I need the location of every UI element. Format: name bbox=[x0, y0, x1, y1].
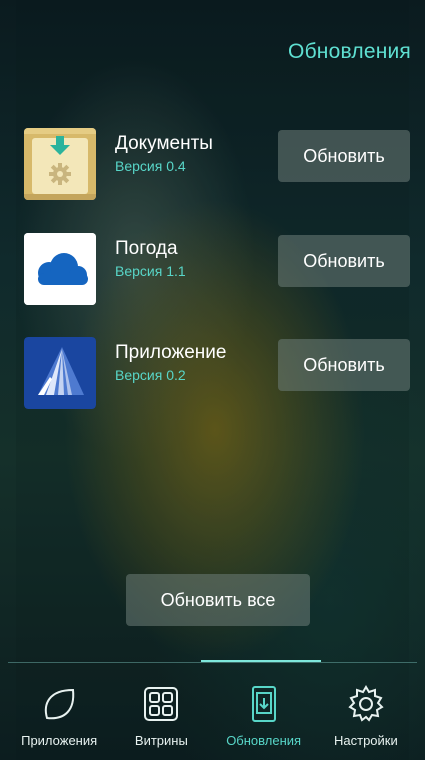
grid-icon bbox=[141, 684, 181, 729]
nav-item-apps[interactable]: Приложения bbox=[8, 664, 110, 760]
nav-label: Обновления bbox=[226, 733, 302, 748]
nav-label: Настройки bbox=[334, 733, 398, 748]
active-tab-indicator bbox=[201, 660, 321, 662]
bottom-nav: Приложения Витрины Обновления Настройки bbox=[8, 664, 417, 760]
app-version: Версия 1.1 bbox=[115, 263, 186, 279]
nav-divider bbox=[8, 662, 417, 663]
nav-label: Приложения bbox=[21, 733, 98, 748]
update-button-weather[interactable]: Обновить bbox=[278, 235, 410, 287]
documents-settings-icon bbox=[24, 128, 96, 200]
cloud-icon bbox=[24, 233, 96, 305]
nav-item-showcases[interactable]: Витрины bbox=[110, 664, 212, 760]
app-name: Погода bbox=[115, 238, 178, 259]
app-version: Версия 0.2 bbox=[115, 367, 186, 383]
nav-item-updates[interactable]: Обновления bbox=[213, 664, 315, 760]
update-button-documents[interactable]: Обновить bbox=[278, 130, 410, 182]
app-row-application: Приложение Версия 0.2 Обновить bbox=[24, 337, 410, 409]
update-all-button[interactable]: Обновить все bbox=[126, 574, 310, 626]
app-logo-icon bbox=[24, 337, 96, 409]
nav-label: Витрины bbox=[134, 733, 188, 748]
app-name: Документы bbox=[115, 133, 213, 154]
page-title: Обновления bbox=[288, 40, 411, 63]
tablet-download-icon bbox=[244, 684, 284, 729]
app-row-documents: Документы Версия 0.4 Обновить bbox=[24, 128, 410, 200]
app-version: Версия 0.4 bbox=[115, 158, 186, 174]
app-row-weather: Погода Версия 1.1 Обновить bbox=[24, 233, 410, 305]
nav-item-settings[interactable]: Настройки bbox=[315, 664, 417, 760]
leaf-icon bbox=[39, 684, 79, 729]
gear-icon bbox=[346, 684, 386, 729]
update-button-application[interactable]: Обновить bbox=[278, 339, 410, 391]
app-name: Приложение bbox=[115, 342, 227, 363]
